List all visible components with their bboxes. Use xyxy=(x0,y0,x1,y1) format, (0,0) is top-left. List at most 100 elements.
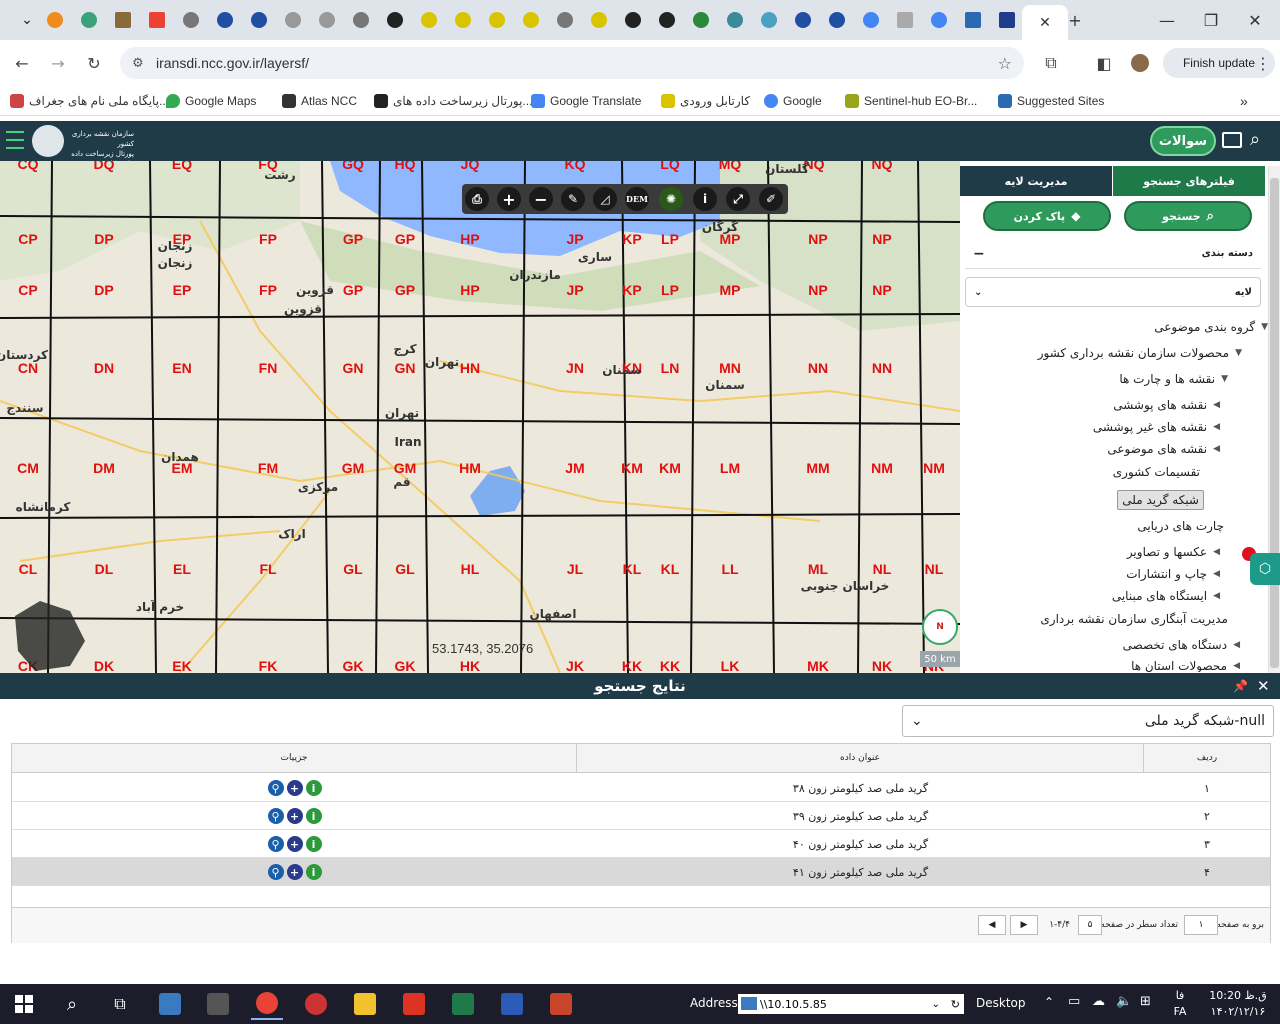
power-icon[interactable]: ⊞ xyxy=(1140,994,1151,1009)
clock[interactable]: 10:20 ق.ظ ۱۴۰۲/۱۲/۱۶ xyxy=(1200,988,1276,1020)
chevron-down-icon[interactable]: ⌄ xyxy=(932,999,940,1010)
print-icon[interactable]: ⎙ xyxy=(465,187,489,211)
goto-page-input[interactable]: ۱ xyxy=(1184,915,1218,935)
tree-item-thematic-group[interactable]: ▼ گروه بندی موضوعی xyxy=(1154,320,1268,334)
locate-icon[interactable]: ⚲ xyxy=(267,836,284,852)
layers-icon[interactable]: ✺ xyxy=(659,187,683,211)
tab-google-1[interactable] xyxy=(858,7,884,33)
tab-gmail[interactable] xyxy=(144,7,170,33)
bookmarks-overflow-icon[interactable]: » xyxy=(1240,92,1248,110)
tab-nasa[interactable] xyxy=(212,7,238,33)
new-tab-icon[interactable]: + xyxy=(1063,8,1087,32)
table-row[interactable]: ⚲ + i گرید ملی صد کیلومتر زون ۴۰ ۳ xyxy=(12,830,1270,858)
tab-13[interactable] xyxy=(450,7,476,33)
restore-icon[interactable]: ❐ xyxy=(1199,8,1223,32)
dem-button[interactable]: DEM xyxy=(625,187,649,211)
tab-19[interactable] xyxy=(654,7,680,33)
bookmark-6[interactable]: Google xyxy=(764,92,822,110)
search-button[interactable]: ⌕ جستجو xyxy=(1124,201,1252,231)
info-icon[interactable]: i xyxy=(305,808,322,824)
tab-21[interactable] xyxy=(722,7,748,33)
tab-14[interactable] xyxy=(484,7,510,33)
tab-active[interactable]: ✕ xyxy=(1022,5,1068,40)
tab-24[interactable] xyxy=(824,7,850,33)
omnibox[interactable]: ⚙ iransdi.ncc.gov.ir/layersf/ ☆ xyxy=(120,47,1024,79)
acrobat-icon[interactable] xyxy=(398,988,430,1020)
tab-layer-management[interactable]: مدیریت لایه xyxy=(960,166,1112,196)
desktop-toolbar-label[interactable]: Desktop xyxy=(976,996,1026,1010)
tree-item-national-grid[interactable]: شبکه گرید ملی xyxy=(1117,490,1204,510)
table-row-selected[interactable]: ⚲ + i گرید ملی صد کیلومتر زون ۴۱ ۴ xyxy=(12,858,1270,886)
info-icon[interactable]: i xyxy=(305,836,322,852)
tab-5[interactable] xyxy=(178,7,204,33)
info-icon[interactable]: i xyxy=(305,864,322,880)
tree-item-noncoverage-maps[interactable]: ◀ نقشه های غیر پوششی xyxy=(1093,420,1220,434)
locate-icon[interactable]: ⚲ xyxy=(267,864,284,880)
fullscreen-icon[interactable]: ⤢ xyxy=(726,187,750,211)
menu-dots-icon[interactable]: ⋮ xyxy=(1252,52,1274,74)
onedrive-icon[interactable]: ☁ xyxy=(1092,994,1105,1009)
close-tab-icon[interactable]: ✕ xyxy=(1039,15,1051,31)
zoom-in-icon[interactable]: + xyxy=(497,187,521,211)
bookmark-8[interactable]: Suggested Sites xyxy=(998,92,1104,110)
bookmark-4[interactable]: Google Translate xyxy=(531,92,641,110)
search-icon[interactable]: ⌕ xyxy=(1250,129,1260,150)
tree-item-thematic-maps[interactable]: ◀ نقشه های موضوعی xyxy=(1107,442,1220,456)
volume-icon[interactable]: 🔈 xyxy=(1116,994,1132,1009)
site-info-icon[interactable]: ⚙ xyxy=(132,56,144,71)
map-canvas[interactable]: CQ DQ EQ FQ GQ HQ JQ KQ LQ MQ NQ NQCP DP EP FP GP GP HP JP… xyxy=(0,161,960,673)
pin-icon[interactable]: 📌 xyxy=(1233,679,1248,693)
powerpoint-icon[interactable] xyxy=(545,988,577,1020)
table-row[interactable]: ⚲ + i گرید ملی صد کیلومتر زون ۳۹ ۲ xyxy=(12,802,1270,830)
bookmark-7[interactable]: Sentinel-hub EO-Br... xyxy=(845,92,977,110)
excel-icon[interactable] xyxy=(447,988,479,1020)
profile-avatar[interactable] xyxy=(1129,52,1151,74)
url-text[interactable]: iransdi.ncc.gov.ir/layersf/ xyxy=(156,55,309,71)
hamburger-menu-icon[interactable] xyxy=(6,131,24,149)
extensions-icon[interactable]: ⧉ xyxy=(1040,52,1062,74)
col-header-title[interactable]: عنوان داده xyxy=(577,744,1144,773)
locate-icon[interactable]: ⚲ xyxy=(267,780,284,796)
tab-2[interactable] xyxy=(76,7,102,33)
draw-icon[interactable]: ✎ xyxy=(561,187,585,211)
tab-15[interactable] xyxy=(518,7,544,33)
taskbar-app-4[interactable] xyxy=(300,988,332,1020)
tree-item-divisions[interactable]: تقسیمات کشوری xyxy=(1113,465,1200,479)
prev-page-icon[interactable]: ◀ xyxy=(978,915,1006,935)
col-header-details[interactable]: جزییات xyxy=(12,744,577,773)
tab-1[interactable] xyxy=(42,7,68,33)
tree-item-ncc-products[interactable]: ▼ محصولات سازمان نقشه برداری کشور xyxy=(1038,346,1242,360)
back-icon[interactable]: ← xyxy=(11,52,33,74)
sidebar-icon[interactable]: ◧ xyxy=(1093,52,1115,74)
tab-23[interactable] xyxy=(790,7,816,33)
tree-item-hydrography[interactable]: مدیریت آبنگاری سازمان نقشه برداری xyxy=(1040,612,1228,626)
file-explorer-icon[interactable] xyxy=(349,988,381,1020)
clear-icon[interactable]: ✐ xyxy=(759,187,783,211)
tree-item-marine-charts[interactable]: چارت های دریایی xyxy=(1137,519,1224,533)
layer-select[interactable]: لایه ⌄ xyxy=(965,277,1261,307)
collapse-icon[interactable]: − xyxy=(973,246,985,262)
bookmark-1[interactable]: Google Maps xyxy=(166,92,256,110)
rows-per-page-input[interactable]: ۵ xyxy=(1078,915,1102,935)
tab-18[interactable] xyxy=(620,7,646,33)
tab-11[interactable] xyxy=(382,7,408,33)
refresh-icon[interactable]: ↻ xyxy=(951,998,960,1011)
search-icon[interactable]: ⌕ xyxy=(56,988,88,1020)
questions-button[interactable]: سوالات xyxy=(1150,126,1216,156)
add-icon[interactable]: + xyxy=(286,780,303,796)
tab-9[interactable] xyxy=(314,7,340,33)
word-icon[interactable] xyxy=(496,988,528,1020)
taskbar-app-1[interactable] xyxy=(154,988,186,1020)
address-toolbar-input[interactable]: \\10.10.5.85 ⌄ ↻ xyxy=(738,994,964,1014)
bookmark-2[interactable]: Atlas NCC xyxy=(282,92,357,110)
close-results-icon[interactable]: ✕ xyxy=(1257,677,1270,695)
tree-item-coverage-maps[interactable]: ◀ نقشه های پوششی xyxy=(1113,398,1220,412)
windows-start-icon[interactable] xyxy=(8,988,40,1020)
tab-search-filters[interactable]: فیلترهای جستجو xyxy=(1113,166,1265,196)
chrome-icon[interactable] xyxy=(251,988,283,1020)
tab-search-icon[interactable]: ⌄ xyxy=(14,7,40,33)
tab-26[interactable] xyxy=(892,7,918,33)
tab-29[interactable] xyxy=(994,7,1020,33)
bookmark-0[interactable]: پایگاه ملی نام های جغراف... xyxy=(10,92,169,110)
tab-28[interactable] xyxy=(960,7,986,33)
